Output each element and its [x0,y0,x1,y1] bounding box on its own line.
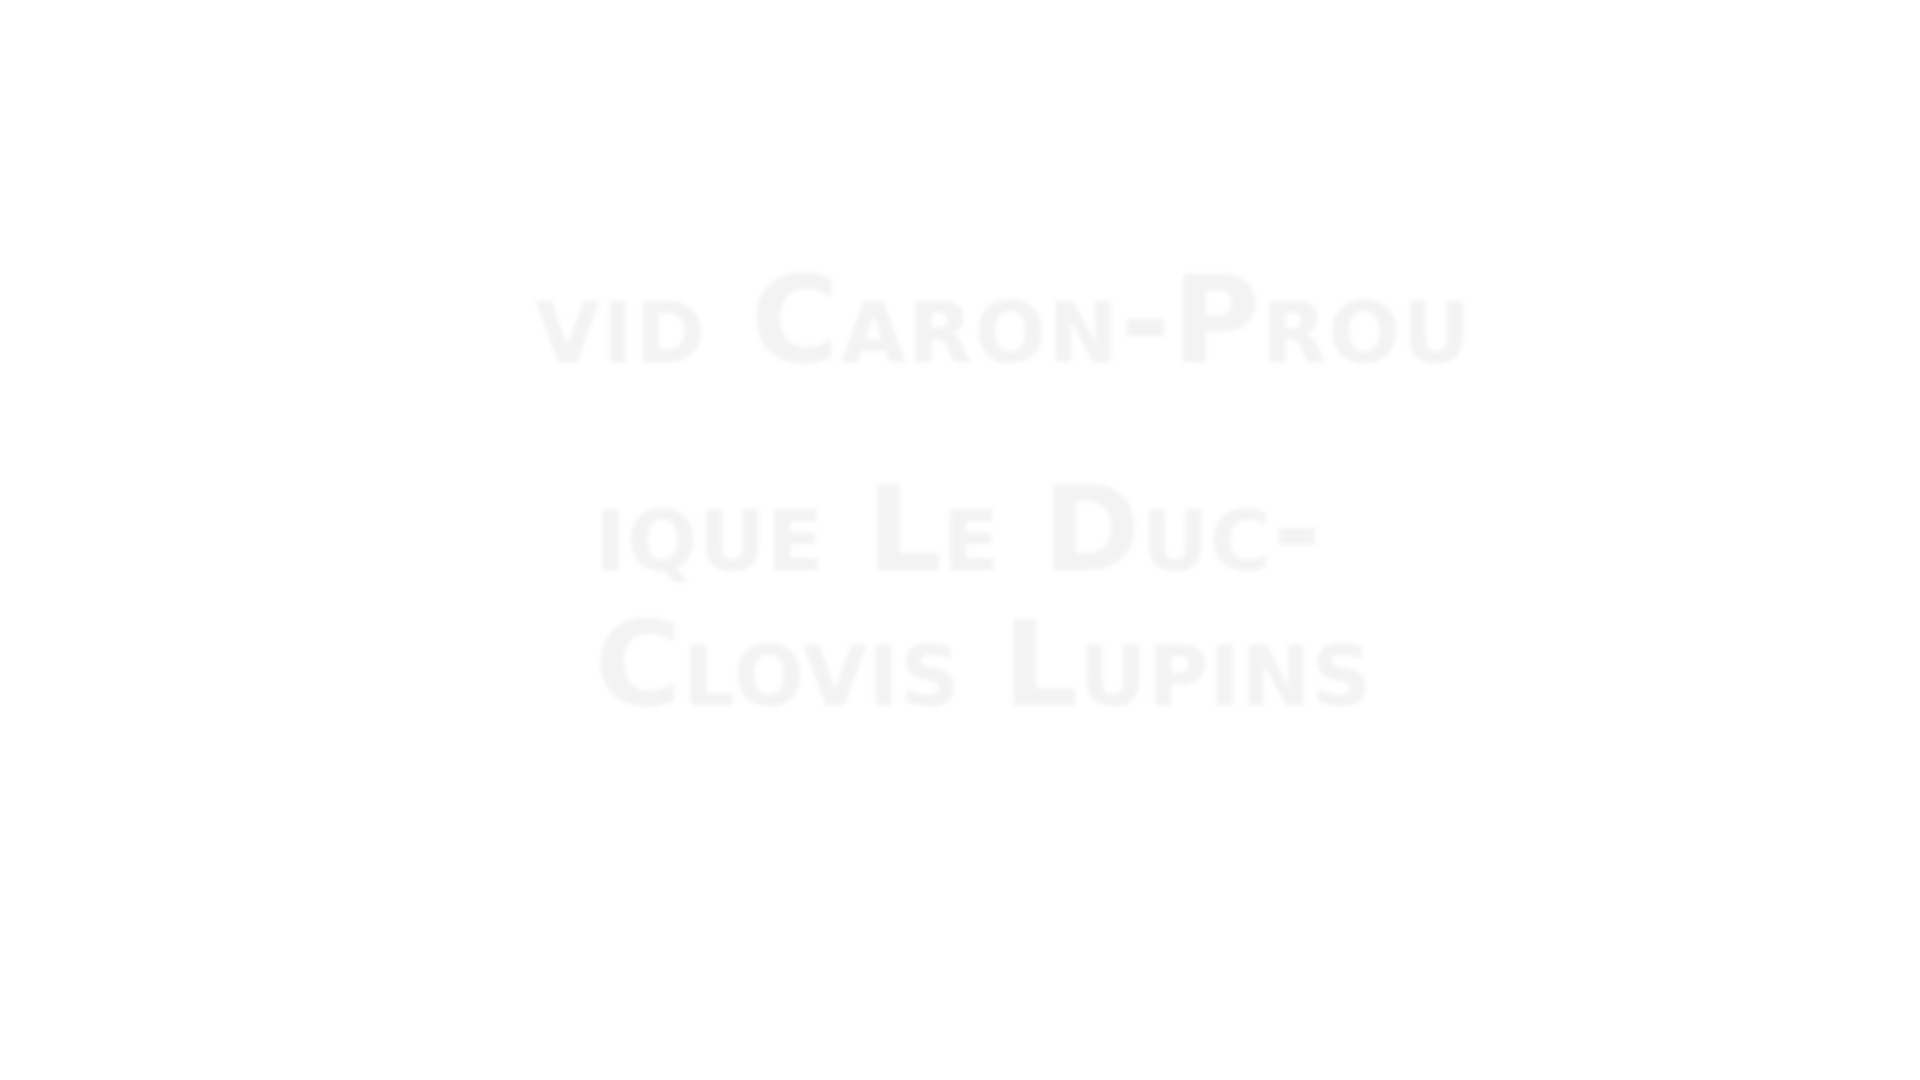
credit-name-line-2: ique Le Duc- [595,460,1322,598]
credit-name-line-3: Clovis Lupins [595,595,1373,733]
credits-frame: vid Caron-Prou ique Le Duc- Clovis Lupin… [0,0,1920,1080]
credit-name-line-1: vid Caron-Prou [535,252,1473,391]
